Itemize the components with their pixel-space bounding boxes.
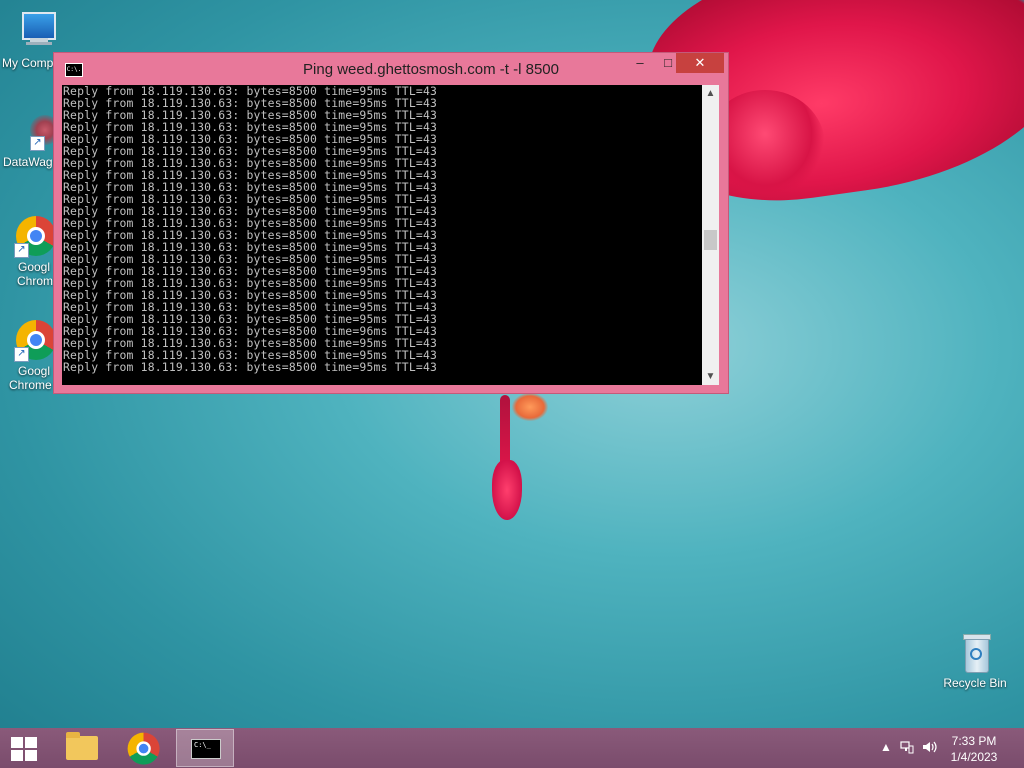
close-button[interactable]: ✕ <box>676 53 724 73</box>
chrome-icon: ↗ <box>14 214 58 258</box>
chrome-icon: ↗ <box>14 318 58 362</box>
shortcut-arrow-icon: ↗ <box>30 136 45 151</box>
wallpaper-flower-bud <box>492 460 522 520</box>
network-icon[interactable] <box>900 740 914 757</box>
taskbar-chrome[interactable] <box>114 729 172 767</box>
clock-time: 7:33 PM <box>951 734 997 748</box>
vertical-scrollbar[interactable]: ▲ ▼ <box>702 85 719 385</box>
console-line: Reply from 18.119.130.63: bytes=8500 tim… <box>63 360 438 374</box>
shortcut-arrow-icon: ↗ <box>14 243 29 258</box>
taskbar-command-prompt[interactable]: C:\_ <box>176 729 234 767</box>
clock-date: 1/4/2023 <box>950 750 998 764</box>
chrome-icon <box>126 731 161 766</box>
desktop-icon-label: Recycle Bin <box>943 676 1007 690</box>
taskbar-file-explorer[interactable] <box>52 729 110 767</box>
computer-icon <box>16 10 60 54</box>
shortcut-arrow-icon: ↗ <box>14 347 29 362</box>
show-hidden-icon[interactable]: ▲ <box>880 740 892 754</box>
wallpaper-flower-stamen <box>512 393 548 421</box>
cmd-icon: C:\_ <box>191 739 221 759</box>
desktop-icon-recycle-bin[interactable]: Recycle Bin <box>937 630 1013 690</box>
scroll-up-arrow-icon[interactable]: ▲ <box>702 85 719 102</box>
system-tray: ▲ 7:33 PM 1/4/2023 <box>864 728 1024 768</box>
start-button[interactable] <box>8 736 40 762</box>
scrollbar-thumb[interactable] <box>704 230 717 250</box>
minimize-button[interactable]: – <box>626 53 654 73</box>
recycle-bin-icon <box>953 630 997 674</box>
taskbar-clock[interactable]: 7:33 PM 1/4/2023 <box>944 733 1004 765</box>
console-output[interactable]: Reply from 18.119.130.63: bytes=8500 tim… <box>62 85 702 385</box>
scroll-down-arrow-icon[interactable]: ▼ <box>702 368 719 385</box>
volume-icon[interactable] <box>922 740 938 757</box>
folder-icon <box>66 732 98 760</box>
window-titlebar[interactable]: C:\. Ping weed.ghettosmosh.com -t -l 850… <box>54 53 728 85</box>
command-prompt-window[interactable]: C:\. Ping weed.ghettosmosh.com -t -l 850… <box>53 52 729 394</box>
taskbar: C:\_ ▲ 7:33 PM 1/4/2023 <box>0 728 1024 768</box>
